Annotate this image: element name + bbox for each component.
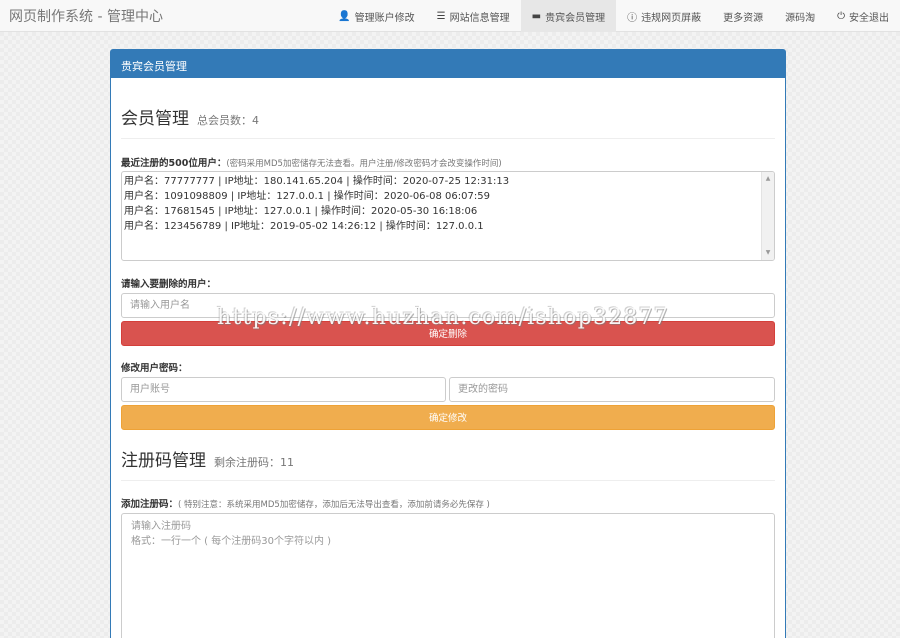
comment-icon: ▬ xyxy=(531,10,542,22)
nav-item-site-info[interactable]: ☰ 网站信息管理 xyxy=(426,0,521,32)
top-navbar: 网页制作系统 - 管理中心 👤 管理账户修改 ☰ 网站信息管理 ▬ 贵宾会员管理… xyxy=(0,0,900,32)
add-regcode-note: ( 特别注意：系统采用MD5加密储存，添加后无法导出查看，添加前请务必先保存 ) xyxy=(178,500,490,510)
panel-heading: 贵宾会员管理 xyxy=(111,50,785,78)
log-line: 用户名：1091098809 | IP地址：127.0.0.1 | 操作时间：2… xyxy=(124,191,490,202)
vip-panel: 贵宾会员管理 会员管理 总会员数：4 最近注册的500位用户：(密码采用MD5加密… xyxy=(110,49,786,638)
scroll-down-arrow-icon[interactable]: ▼ xyxy=(762,247,774,259)
nav-item-vip-members[interactable]: ▬ 贵宾会员管理 xyxy=(520,0,617,32)
nav-item-label: 安全退出 xyxy=(849,12,889,24)
regcode-title: 注册码管理 xyxy=(121,451,206,471)
scroll-up-arrow-icon[interactable]: ▲ xyxy=(762,173,774,185)
divider xyxy=(121,480,775,481)
regcode-remaining: 剩余注册码：11 xyxy=(214,456,294,469)
log-line: 用户名：123456789 | IP地址：2019-05-02 14:26:12… xyxy=(124,221,484,232)
recent-users-label-text: 最近注册的500位用户： xyxy=(121,158,227,169)
nav-item-label: 违规网页屏蔽 xyxy=(641,12,702,24)
add-regcode-label: 添加注册码：( 特别注意：系统采用MD5加密储存，添加后无法导出查看，添加前请务… xyxy=(121,496,490,510)
power-icon: ⏻ xyxy=(837,10,845,22)
nav-item-source-code[interactable]: 源码淘 xyxy=(774,0,826,32)
delete-user-label: 请输入要删除的用户： xyxy=(121,279,217,290)
confirm-change-button[interactable]: 确定修改 xyxy=(121,405,775,430)
nav-item-label: 源码淘 xyxy=(785,12,816,24)
member-section-title: 会员管理 总会员数：4 xyxy=(121,104,259,129)
brand-title[interactable]: 网页制作系统 - 管理中心 xyxy=(9,6,163,26)
member-count: 总会员数：4 xyxy=(197,114,259,127)
recent-users-note: (密码采用MD5加密储存无法查看。用户注册/修改密码才会改变操作时间) xyxy=(226,159,502,169)
nav-item-label: 管理账户修改 xyxy=(354,12,415,24)
divider xyxy=(121,138,775,139)
nav-item-label: 网站信息管理 xyxy=(449,12,510,24)
member-title: 会员管理 xyxy=(121,109,189,129)
nav-item-label: 更多资源 xyxy=(723,12,764,24)
log-line: 用户名：77777777 | IP地址：180.141.65.204 | 操作时… xyxy=(124,176,510,187)
exclamation-icon: ⓘ xyxy=(627,12,638,24)
nav-item-more-resources[interactable]: 更多资源 xyxy=(712,0,774,32)
list-icon: ☰ xyxy=(436,10,446,22)
nav-item-logout[interactable]: ⏻ 安全退出 xyxy=(826,0,900,32)
new-password-input[interactable]: 更改的密码 xyxy=(449,377,775,402)
recent-users-label: 最近注册的500位用户：(密码采用MD5加密储存无法查看。用户注册/修改密码才会… xyxy=(121,155,502,169)
nav-item-block-pages[interactable]: ⓘ 违规网页屏蔽 xyxy=(616,0,712,32)
regcode-textarea[interactable]: 请输入注册码 格式：一行一个 ( 每个注册码30个字符以内 ) xyxy=(121,513,775,638)
add-regcode-label-text: 添加注册码： xyxy=(121,499,179,510)
confirm-delete-button[interactable]: 确定删除 xyxy=(121,321,775,346)
user-account-input[interactable]: 用户账号 xyxy=(121,377,446,402)
change-password-label: 修改用户密码： xyxy=(121,363,188,374)
nav-item-admin-account[interactable]: 👤 管理账户修改 xyxy=(327,0,425,32)
regcode-section-title: 注册码管理 剩余注册码：11 xyxy=(121,446,294,471)
log-line: 用户名：17681545 | IP地址：127.0.0.1 | 操作时间：202… xyxy=(124,206,478,217)
delete-username-input[interactable]: 请输入用户名 xyxy=(121,293,775,318)
nav-item-label: 贵宾会员管理 xyxy=(545,12,606,24)
log-scrollbar[interactable]: ▲ ▼ xyxy=(761,172,774,260)
user-icon: 👤 xyxy=(338,10,351,22)
recent-users-log[interactable]: 用户名：77777777 | IP地址：180.141.65.204 | 操作时… xyxy=(121,171,775,261)
nav-menu: 👤 管理账户修改 ☰ 网站信息管理 ▬ 贵宾会员管理 ⓘ 违规网页屏蔽 更多资源… xyxy=(327,0,900,32)
